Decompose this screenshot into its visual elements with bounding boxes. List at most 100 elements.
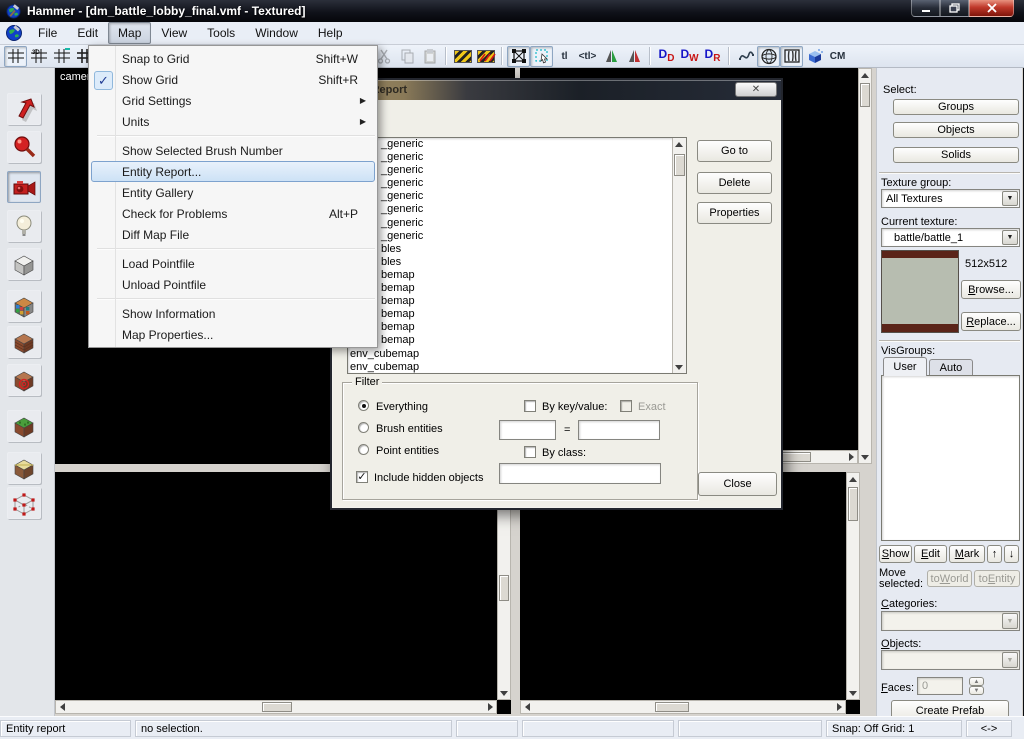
block-tool-icon[interactable] [7,248,41,280]
viewport-side-h-scrollbar[interactable] [520,700,846,714]
title-bar[interactable]: Hammer - [dm_battle_lobby_final.vmf - Te… [0,0,1024,22]
visgroups-list[interactable] [881,375,1020,541]
dd-icon[interactable]: DD [655,46,678,67]
visgroup-show-button[interactable]: Show [879,545,912,563]
menu-item-map-properties[interactable]: Map Properties... [91,324,375,345]
cordon-icon[interactable]: CM [826,46,849,67]
browse-button[interactable]: Browse... [961,280,1021,299]
viewport-top-v-scrollbar[interactable] [858,68,872,464]
entity-list-item[interactable]: _generic [348,203,686,216]
visgroup-up-button[interactable]: ↑ [987,545,1002,563]
entity-list-item[interactable]: bemap [348,334,686,347]
striped-box-icon[interactable] [780,46,803,67]
faces-input[interactable]: 0 [917,677,963,695]
select-objects-button[interactable]: Objects [893,122,1019,138]
goto-button[interactable]: Go to [697,140,772,162]
menu-item-show-information[interactable]: Show Information [91,303,375,324]
keyvalue-value-input[interactable] [578,420,660,440]
entity-list-item[interactable]: bemap [348,282,686,295]
include-hidden-checkbox[interactable]: ✓ [356,471,368,483]
toggle-3d-grid-icon[interactable]: 3D [27,46,50,67]
texture-group-dropdown-arrow[interactable]: ▼ [1002,191,1018,206]
dialog-close-icon[interactable]: ✕ [735,82,777,97]
create-prefab-button[interactable]: Create Prefab [891,700,1009,716]
by-class-checkbox[interactable] [524,446,536,458]
visgroup-mark-button[interactable]: Mark [949,545,985,563]
dialog-title-bar[interactable]: Entity Report ✕ [332,80,781,100]
camera-tool-icon[interactable] [7,171,41,203]
menubar-item-window[interactable]: Window [245,22,308,44]
entity-list-item[interactable]: bles [348,243,686,256]
select-box-icon[interactable] [507,46,530,67]
smaller-grid-icon[interactable] [50,46,73,67]
texture-lock-icon[interactable]: tl [553,46,576,67]
categories-combobox[interactable]: ▼ [881,611,1020,631]
toentity-button[interactable]: toEntity [974,570,1020,587]
radio-everything[interactable] [358,400,369,411]
entity-list-item[interactable]: _generic [348,190,686,203]
replace-button[interactable]: Replace... [961,312,1021,331]
toworld-button[interactable]: toWorld [927,570,972,587]
delete-button[interactable]: Delete [697,172,772,194]
objects-combobox[interactable]: ▼ [881,650,1020,670]
entity-list-scrollbar[interactable] [672,138,686,373]
entity-list-item[interactable]: _generic [348,217,686,230]
close-button[interactable] [969,0,1014,17]
hazard-stripes-icon[interactable] [451,46,474,67]
menu-item-entity-gallery[interactable]: Entity Gallery [91,182,375,203]
properties-button[interactable]: Properties [697,202,772,224]
keyvalue-key-input[interactable] [499,420,556,440]
dw-icon[interactable]: DW [678,46,701,67]
entity-list-item[interactable]: bemap [348,321,686,334]
entity-list-item[interactable]: env_cubemap [348,348,686,361]
paste-icon[interactable] [418,46,441,67]
select-solids-button[interactable]: Solids [893,147,1019,163]
overlay-tool-icon[interactable] [7,410,41,442]
menubar-item-tools[interactable]: Tools [197,22,245,44]
apply-current-texture-tool-icon[interactable] [7,326,41,358]
selection-tool-icon[interactable] [7,93,41,125]
texture-scale-lock-icon[interactable]: <tl> [576,46,599,67]
entity-list-item[interactable]: _generic [348,230,686,243]
menu-item-load-pointfile[interactable]: Load Pointfile [91,253,375,274]
select-groups-button[interactable]: Groups [893,99,1019,115]
copy-icon[interactable] [395,46,418,67]
class-combobox[interactable] [499,463,661,484]
entity-list-item[interactable]: _generic [348,151,686,164]
faces-spinner-up[interactable]: ▲ [969,677,984,686]
menubar-item-view[interactable]: View [151,22,197,44]
entity-list-item[interactable]: _generic [348,177,686,190]
menu-item-units[interactable]: Units▶ [91,111,375,132]
entity-list-item[interactable]: env_cubemap [348,361,686,374]
menu-item-check-for-problems[interactable]: Check for ProblemsAlt+P [91,203,375,224]
visgroups-tab-user[interactable]: User [883,357,927,376]
by-keyvalue-checkbox[interactable] [524,400,536,412]
visgroup-edit-button[interactable]: Edit [914,545,947,563]
hazard-cross-icon[interactable] [474,46,497,67]
entity-list-item[interactable]: _generic [348,164,686,177]
viewport-side-v-scrollbar[interactable] [846,472,860,700]
entity-list-item[interactable]: _generic [348,138,686,151]
menubar-item-map[interactable]: Map [108,22,151,44]
texture-group-combobox[interactable]: All Textures ▼ [881,189,1020,208]
entity-list-item[interactable]: bemap [348,308,686,321]
faces-spinner-down[interactable]: ▼ [969,686,984,695]
menu-item-show-grid[interactable]: ✓Show GridShift+R [91,69,375,90]
entity-list-item[interactable]: bles [348,256,686,269]
toggle-2d-grid-icon[interactable] [4,46,27,67]
exact-checkbox[interactable] [620,400,632,412]
viewport-front-h-scrollbar[interactable] [55,700,497,714]
visgroups-tab-auto[interactable]: Auto [929,359,973,376]
menu-item-diff-map-file[interactable]: Diff Map File [91,224,375,245]
visgroup-down-button[interactable]: ↓ [1004,545,1019,563]
magnify-tool-icon[interactable] [7,131,41,163]
menu-item-show-selected-brush-number[interactable]: Show Selected Brush Number [91,140,375,161]
blue-cube-icon[interactable] [803,46,826,67]
minimize-button[interactable] [911,0,940,17]
entity-list[interactable]: _generic_generic_generic_generic_generic… [347,137,687,374]
squiggle-icon[interactable] [734,46,757,67]
menu-item-snap-to-grid[interactable]: Snap to GridShift+W [91,48,375,69]
current-texture-combobox[interactable]: battle/battle_1 ▼ [881,228,1020,247]
sphere-icon[interactable] [757,46,780,67]
magnify-select-icon[interactable] [530,46,553,67]
